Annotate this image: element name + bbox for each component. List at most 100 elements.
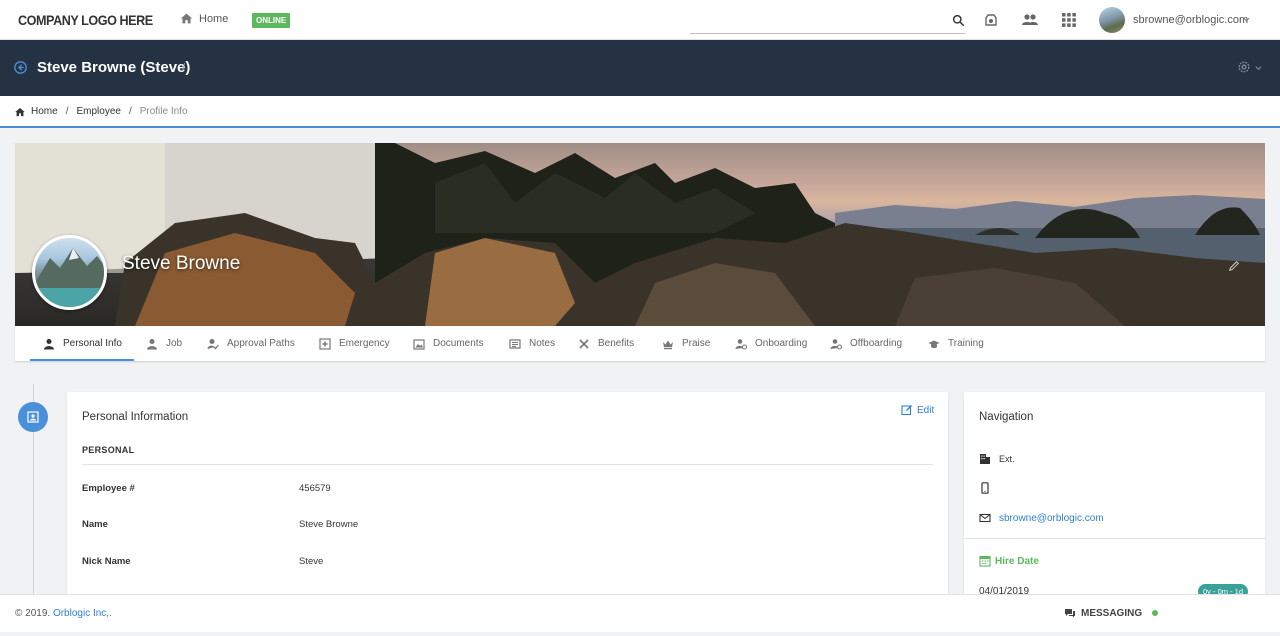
tab-label: Approval Paths [227,338,295,349]
person-icon [147,338,157,349]
tab-benefits[interactable]: Benefits [578,326,634,361]
team-icon[interactable] [1021,12,1039,28]
personal-information-card: Personal Information Edit PERSONAL Emplo… [67,392,948,612]
contact-card-icon [27,411,39,423]
field-value-employee-number: 456579 [299,483,331,494]
breadcrumb-home[interactable]: Home [31,106,58,117]
section-divider [964,538,1265,539]
title-separator: / [182,62,186,74]
breadcrumb-employee[interactable]: Employee [76,106,120,117]
home-icon [180,13,193,24]
page-title: Steve Browne (Steve) [37,59,191,76]
field-value-name: Steve Browne [299,519,359,530]
tab-label: Training [948,338,984,349]
emergency-icon [319,337,331,350]
email-link[interactable]: sbrowne@orblogic.com [999,513,1104,524]
section-divider [82,464,933,465]
tab-label: Emergency [339,338,390,349]
messaging-button[interactable]: MESSAGING [1064,607,1159,619]
tab-onboarding[interactable]: Onboarding [735,326,807,361]
tab-label: Job [166,338,183,349]
tab-label: Benefits [598,338,635,349]
breadcrumb-current: Profile Info [139,106,188,117]
graduation-cap-icon [928,340,940,348]
approval-icon [207,338,219,349]
active-tab-indicator [30,359,134,361]
chevron-down-icon[interactable] [1243,16,1250,23]
gear-icon[interactable] [1237,60,1251,74]
profile-banner [15,143,1265,326]
company-logo[interactable]: COMPANY LOGO HERE [18,12,153,28]
tab-label: Documents [433,338,484,349]
tab-label: Personal Info [63,338,122,349]
field-label-name: Name [82,519,108,530]
extension-label: Ext. [999,454,1015,464]
card-title: Navigation [979,411,1034,423]
tab-personal-info[interactable]: Personal Info [43,326,122,361]
messaging-label: MESSAGING [1081,607,1143,619]
edit-label: Edit [917,404,935,416]
hire-date-heading: Hire Date [979,555,1039,567]
tab-label: Onboarding [755,338,808,349]
calendar-icon [979,555,991,567]
copyright-text: © 2019. [15,608,51,619]
envelope-icon [979,513,991,523]
banner-landscape-image [15,143,1265,326]
online-status-badge: ONLINE [252,13,291,28]
tab-approval-paths[interactable]: Approval Paths [207,326,295,361]
tab-label: Notes [529,338,556,349]
benefits-icon [579,338,589,349]
onboarding-icon [735,338,747,350]
search-icon[interactable] [952,14,965,27]
search-input[interactable] [690,10,940,32]
notification-icon[interactable] [983,12,999,28]
search-field[interactable] [690,10,965,34]
tab-label: Praise [682,338,711,349]
tab-documents[interactable]: Documents [413,326,484,361]
copyright: © 2019. Orblogic Inc,. [15,608,112,619]
tab-offboarding[interactable]: Offboarding [830,326,902,361]
extension-row: Ext. [979,453,1015,465]
footer: © 2019. Orblogic Inc,. MESSAGING [0,594,1280,632]
navigation-card: Navigation Ext. sbrowne@orblogic.com Hir… [964,392,1265,612]
crown-icon [663,340,673,349]
breadcrumb-separator: / [128,106,132,117]
chat-icon [1065,609,1075,618]
company-link[interactable]: Orblogic Inc,. [53,608,112,619]
edit-button[interactable]: Edit [901,404,934,416]
timeline-marker [18,402,48,432]
mobile-row [979,482,991,494]
apps-grid-icon[interactable] [1061,12,1077,28]
home-icon[interactable] [15,107,25,117]
breadcrumb-separator: / [65,106,69,117]
documents-icon [413,338,425,350]
profile-avatar[interactable] [32,235,107,310]
breadcrumb: Home / Employee / Profile Info [15,106,188,117]
notes-icon [509,338,521,349]
field-label-employee-number: Employee # [82,483,135,494]
edit-icon [901,405,912,416]
chevron-down-icon[interactable] [1255,65,1262,71]
user-avatar[interactable] [1099,7,1125,33]
home-link-label: Home [199,12,229,25]
person-icon [44,338,54,349]
breadcrumb-bar: Home / Employee / Profile Info [0,96,1280,128]
building-icon [980,454,990,464]
back-arrow-icon[interactable] [14,61,27,74]
tab-training[interactable]: Training [928,326,984,361]
top-bar: COMPANY LOGO HERE Home ONLINE sbrowne@or… [0,0,1280,40]
tab-notes[interactable]: Notes [509,326,555,361]
email-row: sbrowne@orblogic.com [979,512,1104,524]
tab-praise[interactable]: Praise [662,326,710,361]
page-header: Steve Browne (Steve) / [0,40,1280,96]
online-indicator [1152,610,1159,616]
profile-name: Steve Browne [122,253,241,274]
offboarding-icon [830,338,842,350]
user-email[interactable]: sbrowne@orblogic.com [1133,14,1248,26]
edit-banner-icon[interactable] [1228,260,1240,272]
home-link[interactable]: Home [180,12,228,25]
tab-emergency[interactable]: Emergency [319,326,390,361]
tab-job[interactable]: Job [146,326,182,361]
tab-label: Offboarding [850,338,903,349]
field-label-nick-name: Nick Name [82,556,131,567]
